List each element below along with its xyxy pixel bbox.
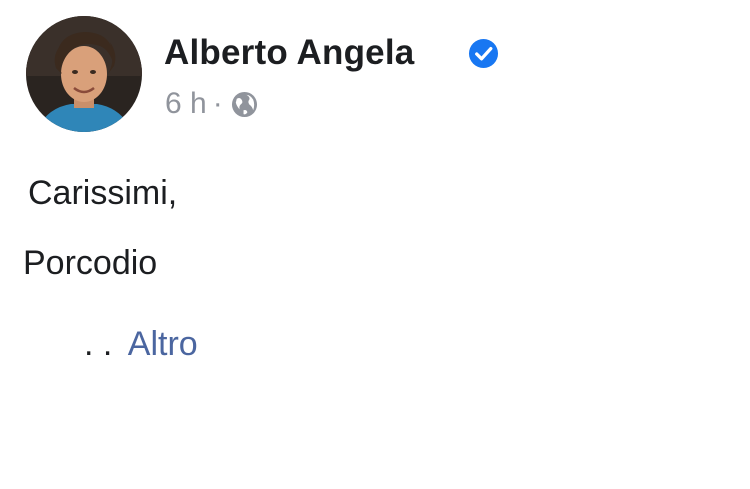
post-text-line: Carissimi, <box>28 174 178 212</box>
see-more-row: . . Altro <box>84 325 198 364</box>
post-timestamp[interactable]: 6 h <box>165 87 207 121</box>
facebook-post: Alberto Angela 6 h · Carissimi, Porcodio… <box>0 0 750 489</box>
author-name[interactable]: Alberto Angela <box>164 33 414 73</box>
see-more-link[interactable]: Altro <box>128 325 198 363</box>
avatar[interactable] <box>26 16 142 132</box>
avatar-photo <box>26 16 142 132</box>
meta-separator: · <box>212 87 223 120</box>
post-meta: 6 h · <box>165 86 258 122</box>
ellipsis: . . <box>84 325 113 363</box>
verified-badge-icon <box>468 38 499 69</box>
post-text-line: Porcodio <box>23 244 158 282</box>
globe-icon[interactable] <box>231 91 258 118</box>
